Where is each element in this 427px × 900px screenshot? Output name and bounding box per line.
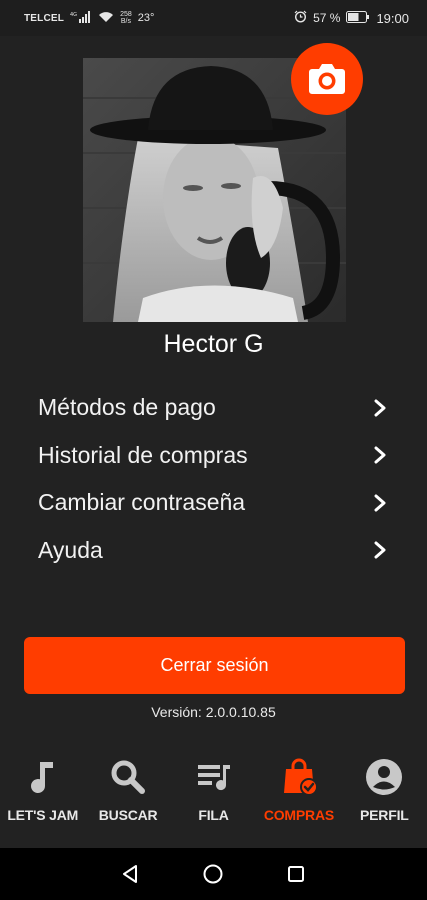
battery-icon xyxy=(346,10,370,26)
temperature: 23° xyxy=(137,12,155,24)
user-name: Hector G xyxy=(163,330,264,358)
status-bar-left: TELCEL 4G 258 B/s 23° xyxy=(24,10,155,26)
nav-label: BUSCAR xyxy=(98,807,158,823)
nav-label: PERFIL xyxy=(360,807,409,823)
profile-screen: TELCEL 4G 258 B/s 23° 57 % 19:00 Hector … xyxy=(0,0,427,900)
menu-item-payment-methods[interactable]: Métodos de pago xyxy=(0,384,427,432)
menu-item-label: Ayuda xyxy=(38,536,103,563)
battery-percent: 57 % xyxy=(313,11,341,25)
alarm-icon xyxy=(294,10,307,26)
shopping-bag-icon xyxy=(283,758,318,796)
nav-compras[interactable]: COMPRAS xyxy=(256,745,341,848)
menu-item-label: Métodos de pago xyxy=(38,394,216,421)
nav-fila[interactable]: FILA xyxy=(171,745,256,848)
logout-button[interactable]: Cerrar sesión xyxy=(24,637,405,694)
menu-item-change-password[interactable]: Cambiar contraseña xyxy=(0,479,427,527)
nav-label: FILA xyxy=(198,807,229,823)
home-circle-icon xyxy=(203,864,223,884)
data-rate-value: 258 xyxy=(120,11,132,18)
camera-icon xyxy=(309,64,345,94)
app-version: Versión: 2.0.0.10.85 xyxy=(151,704,276,720)
chevron-right-icon xyxy=(374,541,386,559)
recents-button[interactable] xyxy=(283,861,309,887)
nav-lets-jam[interactable]: LET'S JAM xyxy=(0,745,85,848)
signal-icon: 4G xyxy=(70,10,92,26)
menu-item-label: Cambiar contraseña xyxy=(38,489,246,516)
recents-square-icon xyxy=(287,866,304,882)
menu-item-help[interactable]: Ayuda xyxy=(0,527,427,575)
chevron-right-icon xyxy=(374,494,386,512)
nav-buscar[interactable]: BUSCAR xyxy=(85,745,170,848)
data-rate-unit: B/s xyxy=(120,18,131,25)
back-triangle-icon xyxy=(123,865,138,883)
menu-item-label: Historial de compras xyxy=(38,441,248,468)
bottom-navigation: LET'S JAM BUSCAR FILA COMPRAS PERFIL xyxy=(0,745,427,848)
home-button[interactable] xyxy=(200,861,226,887)
nav-label: LET'S JAM xyxy=(7,807,79,823)
user-icon xyxy=(366,759,403,795)
search-icon xyxy=(111,760,146,794)
change-photo-button[interactable] xyxy=(291,43,363,115)
system-navigation-bar xyxy=(0,848,427,900)
chevron-right-icon xyxy=(374,446,386,464)
nav-perfil[interactable]: PERFIL xyxy=(342,745,427,848)
queue-icon xyxy=(197,765,230,791)
nav-label: COMPRAS xyxy=(263,807,334,823)
clock: 19:00 xyxy=(376,10,409,26)
chevron-right-icon xyxy=(374,399,386,417)
profile-menu: Métodos de pago Historial de compras Cam… xyxy=(0,384,427,574)
wifi-icon xyxy=(98,11,114,26)
network-type: 4G xyxy=(70,12,77,18)
data-rate: 258 B/s xyxy=(120,11,132,25)
back-button[interactable] xyxy=(118,861,144,887)
status-bar: TELCEL 4G 258 B/s 23° 57 % 19:00 xyxy=(0,0,427,36)
carrier-label: TELCEL xyxy=(24,12,65,24)
menu-item-purchase-history[interactable]: Historial de compras xyxy=(0,432,427,480)
status-bar-right: 57 % 19:00 xyxy=(294,10,409,26)
music-note-icon xyxy=(30,762,53,794)
